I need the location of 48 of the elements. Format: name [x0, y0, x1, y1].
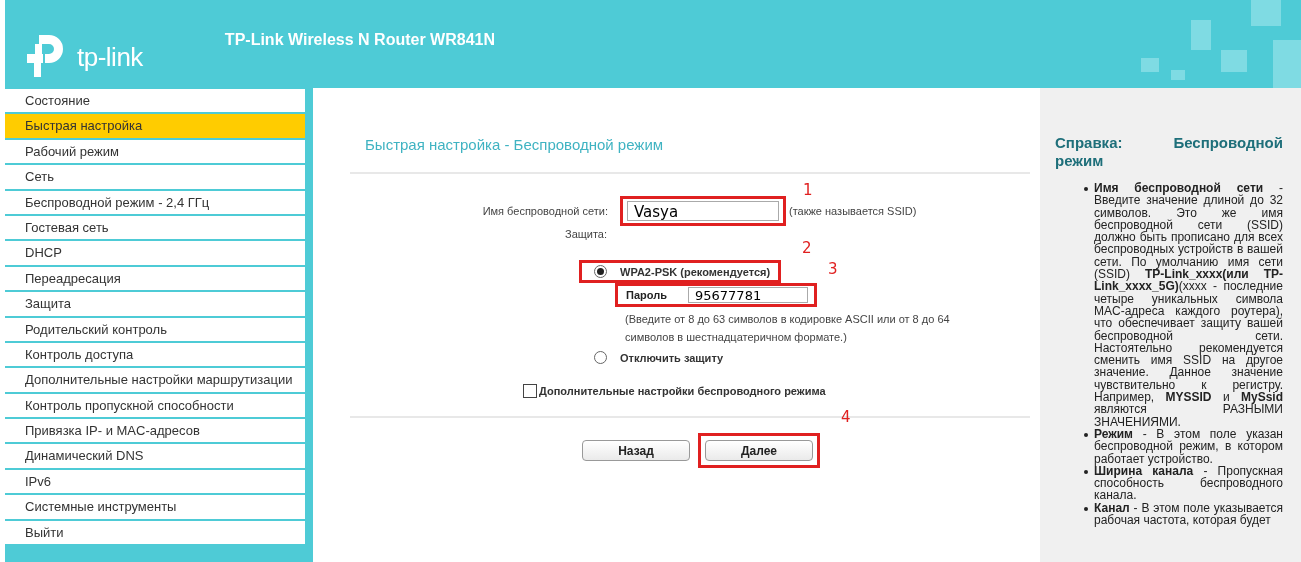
ssid-field[interactable]: Vasya: [627, 201, 779, 221]
option-label: WPA2-PSK (рекомендуется): [620, 265, 771, 278]
sidebar-item[interactable]: Сеть: [5, 165, 305, 189]
annotation-number: 1: [803, 181, 813, 199]
bullet-icon: [1084, 506, 1088, 511]
sidebar-item[interactable]: IPv6: [5, 469, 305, 494]
bullet-icon: [1084, 469, 1088, 474]
sidebar-item[interactable]: Родительский контроль: [5, 317, 305, 341]
header-title: TP-Link Wireless N Router WR841N: [224, 31, 495, 49]
help-title: Справка: Беспроводной режим: [1055, 134, 1283, 170]
radio-button[interactable]: [594, 265, 607, 278]
sidebar-item[interactable]: Контроль доступа: [5, 342, 305, 367]
checkbox-label: Дополнительные настройки беспроводного режима: [539, 385, 826, 397]
sidebar-item[interactable]: Переадресация: [5, 266, 305, 291]
sidebar-item[interactable]: Системные инструменты: [5, 495, 305, 519]
sidebar-item[interactable]: Защита: [5, 292, 305, 316]
field-label: Пароль: [626, 289, 668, 301]
annotation-number: 2: [802, 239, 812, 257]
password-field[interactable]: 95677781: [688, 287, 808, 303]
help-paragraph: Канал - В этом поле указывается рабочая частота, которая будет: [1094, 501, 1283, 527]
radio-button[interactable]: [594, 351, 607, 364]
sidebar-item[interactable]: Беспроводной режим - 2,4 ГГц: [5, 190, 305, 214]
sidebar-item[interactable]: DHCP: [5, 241, 305, 265]
field-hint: (также называется SSID): [789, 205, 917, 217]
field-label: Имя беспроводной сети:: [481, 205, 608, 217]
sidebar-item[interactable]: Гостевая сеть: [5, 215, 305, 240]
bullet-icon: [1084, 187, 1088, 191]
page-title: Быстрая настройка - Беспроводной режим: [365, 136, 665, 155]
annotation-number: 3: [828, 260, 838, 278]
annotation-number: 4: [841, 408, 851, 426]
sidebar-item[interactable]: Выйти: [5, 520, 305, 545]
sidebar-item[interactable]: Динамический DNS: [5, 444, 305, 468]
option-label: Отключить защиту: [620, 351, 724, 364]
sidebar-item[interactable]: Дополнительные настройки маршрутизации: [5, 368, 305, 392]
sidebar-item[interactable]: Контроль пропускной способности: [5, 393, 305, 418]
help-paragraph: Имя беспроводной сети - Введите значение длиной до 32 символов. Это же имя беспроводной сети (SSID) должно быть прописано для всех беспроводных устройств в вашей сети. По умолчанию имя сети (SSID) TP-Link_xxxx(или TP-Link_xxxx_5G)(xxxx - последние четыре уникальных символа MAC-адреса каждого роутера), что обеспечивает защиту вашей беспроводной сети. Настоятельно рекомендуется сменить имя SSID на другое значение. Данное значение чувствительно к регистру. Например, MYSSID и MySsid являются РАЗНЫМИ ЗНАЧЕНИЯМИ.: [1094, 182, 1283, 428]
field-label: Защита:: [565, 228, 608, 240]
sidebar-item[interactable]: Рабочий режим: [5, 139, 305, 164]
sidebar-item[interactable]: Быстрая настройка: [5, 114, 305, 138]
button[interactable]: Далее: [705, 440, 813, 461]
checkbox[interactable]: [523, 384, 537, 398]
bullet-icon: [1084, 432, 1088, 437]
logo-text: tp-link: [77, 42, 143, 72]
button[interactable]: Назад: [582, 440, 690, 461]
sidebar-item[interactable]: Состояние: [5, 89, 305, 113]
sidebar-item[interactable]: Привязка IP- и MAC-адресов: [5, 419, 305, 443]
hint-text: (Введите от 8 до 63 символов в кодировке ASCII или от 8 до 64 символов в шестнадцатеричном формате.): [625, 312, 951, 345]
help-paragraph: Режим - В этом поле указан беспроводной режим, в котором работает устройство.: [1094, 427, 1283, 465]
